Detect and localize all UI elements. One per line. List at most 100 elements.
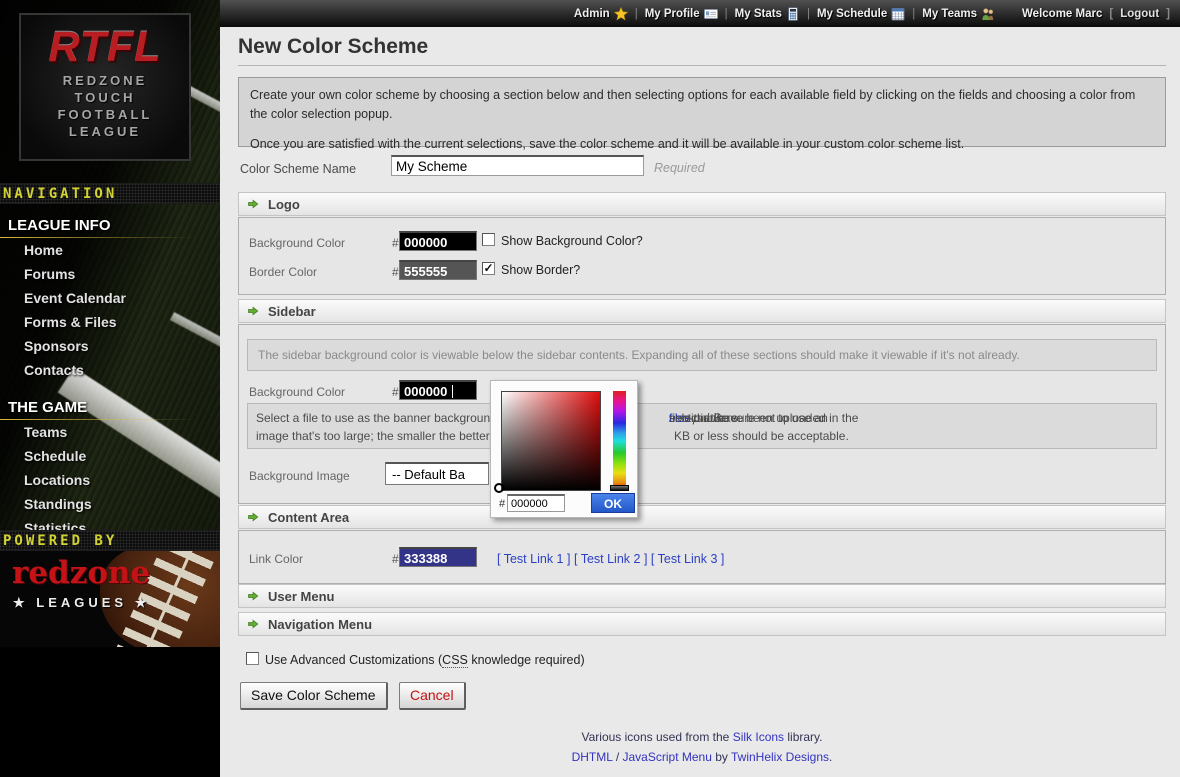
save-color-scheme-button[interactable]: Save Color Scheme [240,682,388,710]
logo-acronym: RTFL [21,23,189,72]
menu-my-teams[interactable]: My Teams [922,7,995,21]
green-arrow-icon [247,305,259,317]
menu-admin[interactable]: Admin [574,7,628,21]
background-image-note: Select a file to use as the banner backg… [247,403,1157,449]
intro-box: Create your own color scheme by choosing… [238,77,1166,147]
menu-my-profile[interactable]: My Profile [645,7,718,21]
sidebar-item-sponsors[interactable]: Sponsors [0,334,220,358]
sidebar-panel: The sidebar background color is viewable… [238,324,1166,504]
logout-link[interactable]: Logout [1120,8,1159,20]
background-image-label: Background Image [249,469,350,483]
top-menu-bar: Admin | My Profile | My Stats | My Sched… [220,0,1180,27]
cancel-button[interactable]: Cancel [399,682,466,710]
menu-separator: | [912,8,915,20]
calendar-icon [891,7,905,21]
scheme-name-label: Color Scheme Name [240,162,356,176]
hash-prefix: # [392,265,399,279]
nav-group-the-game: THE GAME [0,395,220,420]
green-arrow-icon [247,618,259,630]
link-color-input[interactable]: 333388 [399,547,477,567]
action-buttons: Save Color Scheme Cancel [240,682,473,710]
show-border-checkbox[interactable]: ✓ [482,262,495,275]
sidebar-item-forums[interactable]: Forums [0,262,220,286]
sidebar-item-teams[interactable]: Teams [0,420,220,444]
sidebar-bg-color-input[interactable]: 000000 [399,380,477,400]
sidebar: RTFL REDZONE TOUCH FOOTBALL LEAGUE NAVIG… [0,0,220,777]
css-abbr: CSS [442,653,468,668]
intro-paragraph: Create your own color scheme by choosing… [250,86,1154,124]
navigation-marquee: NAVIGATION [0,183,220,204]
green-arrow-icon [247,511,259,523]
menu-my-stats[interactable]: My Stats [735,7,800,21]
section-header-sidebar[interactable]: Sidebar [238,299,1166,323]
logo-panel: Background Color # 000000 Show Backgroun… [238,217,1166,295]
saturation-value-square[interactable] [501,391,601,491]
league-logo[interactable]: RTFL REDZONE TOUCH FOOTBALL LEAGUE [19,13,191,161]
sidebar-nav: LEAGUE INFO Home Forums Event Calendar F… [0,213,220,540]
title-divider [238,65,1166,66]
logo-bg-color-input[interactable]: 000000 [399,231,477,251]
brand-name: redzone [12,555,150,591]
test-link-3[interactable]: Test Link 3 [658,552,718,566]
dhtml-link[interactable]: DHTML [572,750,613,764]
menu-separator: | [725,8,728,20]
vcard-icon [704,7,718,21]
menu-separator: | [807,8,810,20]
welcome-user-label: Welcome Marc [1022,8,1102,20]
sidebar-item-locations[interactable]: Locations [0,468,220,492]
green-arrow-icon [247,198,259,210]
logout-bracket: [ [1109,8,1113,20]
show-bg-color-checkbox[interactable] [482,233,495,246]
picker-hex-input[interactable] [507,494,565,512]
advanced-customizations-checkbox[interactable] [246,652,259,665]
advanced-customizations-label: Use Advanced Customizations (CSS knowled… [265,653,585,667]
section-header-logo[interactable]: Logo [238,192,1166,216]
menu-separator: | [635,8,638,20]
sidebar-bg-color-label: Background Color [249,385,345,399]
hash-prefix: # [392,236,399,250]
silk-icons-link[interactable]: Silk Icons [733,730,784,744]
color-picker-popup: # OK [490,380,638,518]
sidebar-item-event-calendar[interactable]: Event Calendar [0,286,220,310]
main-content: New Color Scheme Create your own color s… [220,27,1180,777]
javascript-menu-link[interactable]: JavaScript Menu [623,750,712,764]
footer-credits-icons: Various icons used from the Silk Icons l… [238,730,1166,744]
section-header-content-area[interactable]: Content Area [238,505,1166,529]
test-link-1[interactable]: Test Link 1 [504,552,564,566]
sidebar-item-schedule[interactable]: Schedule [0,444,220,468]
logo-line: REDZONE [21,72,189,89]
intro-paragraph: Once you are satisfied with the current … [250,135,1154,154]
section-header-navigation-menu[interactable]: Navigation Menu [238,612,1166,636]
background-image-select[interactable]: -- Default Ba [385,462,489,485]
section-header-user-menu[interactable]: User Menu [238,584,1166,608]
content-area-panel: Link Color # 333388 [ Test Link 1 ] [ Te… [238,530,1166,584]
menu-my-schedule[interactable]: My Schedule [817,7,905,21]
sidebar-item-contacts[interactable]: Contacts [0,358,220,382]
sidebar-item-forms-files[interactable]: Forms & Files [0,310,220,334]
sidebar-item-standings[interactable]: Standings [0,492,220,516]
sidebar-item-home[interactable]: Home [0,238,220,262]
test-links: [ Test Link 1 ] [ Test Link 2 ] [ Test L… [497,552,724,566]
logout-bracket: ] [1166,8,1170,20]
required-hint: Required [654,161,705,175]
link-color-label: Link Color [249,552,303,566]
twinhelix-link[interactable]: TwinHelix Designs [731,750,829,764]
hue-slider[interactable] [613,391,626,491]
logo-bg-color-label: Background Color [249,236,345,250]
show-border-label: Show Border? [501,263,580,277]
scheme-name-input[interactable] [391,155,644,176]
logo-border-color-input[interactable]: 555555 [399,260,477,280]
hash-prefix: # [392,385,399,399]
footer-credits-menu: DHTML / JavaScript Menu by TwinHelix Des… [238,750,1166,764]
hash-prefix: # [499,498,505,510]
test-link-2[interactable]: Test Link 2 [581,552,641,566]
green-arrow-icon [247,590,259,602]
hash-prefix: # [392,552,399,566]
color-selection-marker[interactable] [494,483,504,493]
hue-slider-handle[interactable] [610,485,629,491]
logo-border-color-label: Border Color [249,265,317,279]
picker-ok-button[interactable]: OK [591,493,635,513]
calculator-icon [786,7,800,21]
brand-subtitle: ★ LEAGUES ★ [13,595,150,611]
redzone-leagues-logo[interactable]: redzone ★ LEAGUES ★ [0,551,220,647]
